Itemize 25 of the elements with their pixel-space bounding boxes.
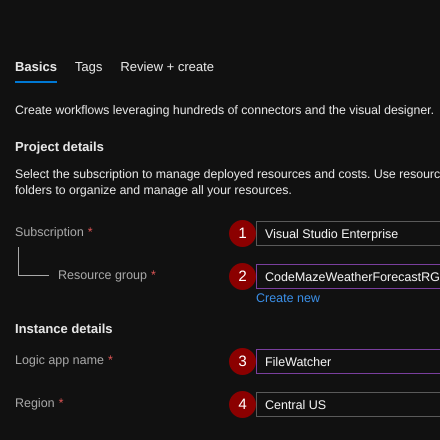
intro-text: Create workflows leveraging hundreds of connectors and the visual designer. — [15, 103, 436, 117]
tab[interactable]: Basics — [15, 54, 57, 83]
step-badge: 2 — [229, 263, 256, 290]
input-field[interactable]: CodeMazeWeatherForecastRG — [256, 264, 440, 289]
input-field[interactable]: Visual Studio Enterprise — [256, 221, 440, 246]
tab[interactable]: Tags — [74, 54, 102, 83]
section-heading: Project details — [15, 139, 105, 154]
field-label: Region — [15, 396, 55, 410]
create-new-link[interactable]: Create new — [229, 291, 320, 305]
required-marker: * — [108, 353, 113, 367]
step-badge: 1 — [229, 220, 256, 247]
tab[interactable]: Review + create — [120, 54, 214, 83]
field-label: Resource group — [58, 268, 147, 282]
input-field[interactable]: FileWatcher — [256, 349, 440, 374]
field-label: Subscription — [15, 225, 84, 239]
step-badge: 4 — [229, 391, 256, 418]
required-marker: * — [88, 225, 93, 239]
section-heading: Instance details — [15, 321, 114, 336]
input-field[interactable]: Central US — [256, 392, 440, 417]
step-badge: 3 — [229, 348, 256, 375]
required-marker: * — [58, 396, 64, 410]
section-description: Select the subscription to manage deployed resources and costs. Use resourc — [15, 166, 440, 182]
field-label: Logic app name — [15, 353, 104, 367]
required-marker: * — [150, 268, 156, 282]
section-description: folders to organize and manage all your resources. — [15, 182, 293, 198]
